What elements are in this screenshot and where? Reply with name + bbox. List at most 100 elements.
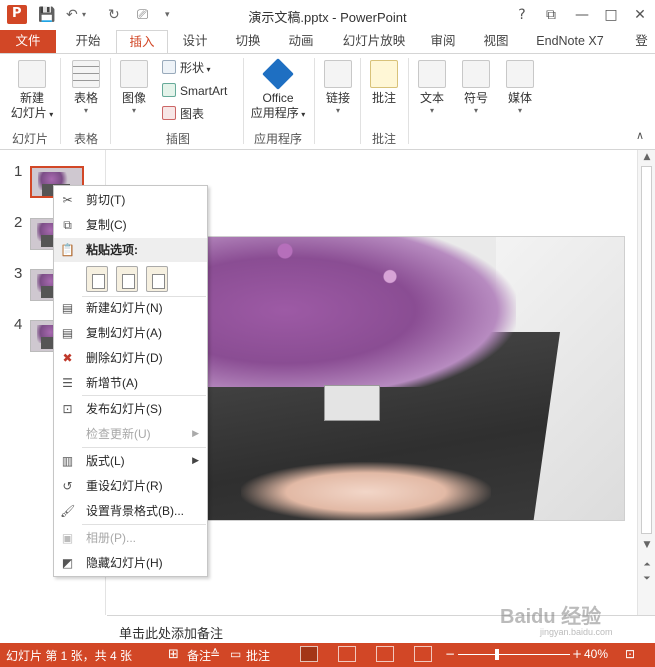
menu-item-delete-slide-label: 删除幻灯片(D) — [86, 351, 163, 365]
chart-button[interactable]: 图表 — [162, 104, 204, 124]
tab-file[interactable]: 文件 — [0, 30, 56, 54]
vertical-scrollbar[interactable]: ▲ ▼ ⏶ ⏷ — [637, 150, 655, 615]
tab-review[interactable]: 审阅 — [421, 30, 465, 54]
new-slide-icon: ▤ — [61, 301, 74, 315]
ribbon-bow-image — [241, 462, 491, 520]
zoom-slider[interactable] — [458, 654, 570, 655]
text-label: 文本 — [419, 91, 444, 105]
tab-insert[interactable]: 插入 — [116, 30, 168, 55]
shapes-button[interactable]: 形状 ▾ — [162, 58, 211, 78]
paste-icon: 📋 — [60, 243, 75, 257]
paste-use-destination-theme-icon[interactable] — [86, 266, 108, 292]
speaker-icon — [506, 60, 534, 88]
zoom-in-icon[interactable]: + — [572, 647, 582, 661]
menu-item-reset-slide[interactable]: ↺ 重设幻灯片(R) — [54, 474, 207, 498]
menu-item-check-updates-label: 检查更新(U) — [86, 427, 151, 441]
text-button[interactable]: 文本 ▾ — [414, 60, 450, 116]
scroll-down-icon[interactable]: ▼ — [641, 540, 653, 550]
collapse-ribbon-icon[interactable]: ∧ — [630, 126, 650, 146]
scissors-icon: ✂ — [62, 193, 73, 207]
tab-endnote[interactable]: EndNote X7 — [530, 30, 610, 54]
menu-item-publish-slides[interactable]: ⊡ 发布幻灯片(S) — [54, 397, 207, 421]
symbol-label: 符号 — [463, 91, 488, 105]
menu-item-cut[interactable]: ✂ 剪切(T) — [54, 188, 207, 212]
scrollbar-thumb[interactable] — [641, 166, 652, 534]
normal-view-icon[interactable] — [300, 646, 318, 662]
slideshow-view-icon[interactable] — [414, 646, 432, 662]
menu-item-photo-album-label: 相册(P)... — [86, 531, 136, 545]
previous-slide-icon[interactable]: ⏶ — [641, 560, 653, 570]
spell-check-icon[interactable]: ⊞ — [168, 647, 179, 662]
menu-item-copy[interactable]: ⧉ 复制(C) — [54, 213, 207, 237]
tab-design[interactable]: 设计 — [173, 30, 217, 54]
group-label-apps: 应用程序 — [253, 132, 302, 146]
table-caret-icon: ▾ — [83, 106, 88, 115]
slide-number: 1 — [14, 163, 23, 180]
add-section-icon: ☰ — [62, 376, 73, 390]
menu-item-format-background[interactable]: 🖌 设置背景格式(B)... — [54, 499, 207, 523]
zoom-level[interactable]: 40% — [584, 647, 608, 661]
table-label: 表格 — [73, 91, 98, 105]
new-slide-button[interactable]: 新建 幻灯片 ▾ — [6, 60, 58, 122]
symbol-caret-icon: ▾ — [473, 106, 478, 115]
comments-toggle-button[interactable]: 批注 — [246, 647, 270, 664]
ribbon: 新建 幻灯片 ▾ 幻灯片 表格 ▾ 表格 图像 ▾ 形状 ▾ SmartArt … — [0, 54, 655, 150]
office-apps-icon — [262, 58, 294, 90]
menu-item-delete-slide[interactable]: ✖ 删除幻灯片(D) — [54, 346, 207, 370]
zoom-slider-thumb[interactable] — [495, 649, 499, 660]
notes-toggle-icon[interactable]: ≙ — [210, 647, 220, 661]
office-apps-button[interactable]: Office 应用程序 ▾ — [248, 58, 308, 122]
paste-as-picture-icon[interactable] — [146, 266, 168, 292]
watermark-main: Baidu 经验 — [500, 606, 602, 628]
help-button[interactable]: ? — [512, 5, 532, 25]
menu-separator — [82, 524, 206, 525]
notes-toggle-button[interactable]: 备注 — [187, 647, 211, 664]
zoom-out-icon[interactable]: − — [445, 647, 455, 661]
fit-to-window-icon[interactable]: ⊡ — [625, 647, 635, 661]
comments-icon[interactable]: ▭ — [230, 647, 241, 661]
ribbon-display-options-button[interactable]: ⧉ — [541, 5, 561, 25]
reading-view-icon[interactable] — [376, 646, 394, 662]
smartart-button[interactable]: SmartArt — [162, 81, 227, 101]
chart-icon — [162, 106, 176, 120]
tab-sign-in[interactable]: 登 — [628, 30, 655, 54]
menu-item-hide-slide-label: 隐藏幻灯片(H) — [86, 556, 163, 570]
slide-counter: 幻灯片 第 1 张，共 4 张 — [6, 649, 133, 663]
tab-home[interactable]: 开始 — [66, 30, 110, 54]
menu-item-new-slide[interactable]: ▤ 新建幻灯片(N) — [54, 296, 207, 320]
table-button[interactable]: 表格 ▾ — [66, 60, 106, 116]
image-button[interactable]: 图像 ▾ — [116, 60, 152, 116]
tab-animations[interactable]: 动画 — [279, 30, 323, 54]
shapes-caret-icon: ▾ — [204, 65, 211, 74]
next-slide-icon[interactable]: ⏷ — [641, 574, 653, 584]
menu-item-layout[interactable]: ▥ 版式(L) ▶ — [54, 449, 207, 473]
maximize-button[interactable]: □ — [601, 5, 621, 25]
media-button[interactable]: 媒体 ▾ — [502, 60, 538, 116]
minimize-button[interactable]: — — [572, 5, 592, 25]
watermark-sub: jingyan.baidu.com — [540, 627, 613, 637]
menu-item-add-section[interactable]: ☰ 新增节(A) — [54, 371, 207, 395]
menu-item-cut-label: 剪切(T) — [86, 193, 126, 207]
menu-item-duplicate-slide[interactable]: ▤ 复制幻灯片(A) — [54, 321, 207, 345]
menu-item-new-slide-label: 新建幻灯片(N) — [86, 301, 163, 315]
comment-button[interactable]: 批注 — [366, 60, 402, 106]
tab-slideshow[interactable]: 幻灯片放映 — [334, 30, 414, 54]
group-separator — [60, 58, 61, 144]
symbol-icon — [462, 60, 490, 88]
menu-item-hide-slide[interactable]: ◩ 隐藏幻灯片(H) — [54, 551, 207, 575]
photo-album-icon: ▣ — [61, 531, 74, 545]
slide-sorter-view-icon[interactable] — [338, 646, 356, 662]
image-icon — [120, 60, 148, 88]
close-button[interactable]: ✕ — [630, 5, 650, 25]
baidu-watermark: Baidu 经验 jingyan.baidu.com — [500, 600, 613, 637]
scroll-up-icon[interactable]: ▲ — [641, 152, 653, 162]
link-button[interactable]: 链接 ▾ — [320, 60, 356, 116]
paste-keep-source-formatting-icon[interactable] — [116, 266, 138, 292]
new-slide-caret-icon: ▾ — [46, 110, 54, 119]
tab-transitions[interactable]: 切换 — [226, 30, 270, 54]
tab-view[interactable]: 视图 — [474, 30, 518, 54]
symbol-button[interactable]: 符号 ▾ — [458, 60, 494, 116]
menu-item-publish-slides-label: 发布幻灯片(S) — [86, 402, 162, 416]
comment-icon — [370, 60, 398, 88]
new-slide-icon — [18, 60, 46, 88]
